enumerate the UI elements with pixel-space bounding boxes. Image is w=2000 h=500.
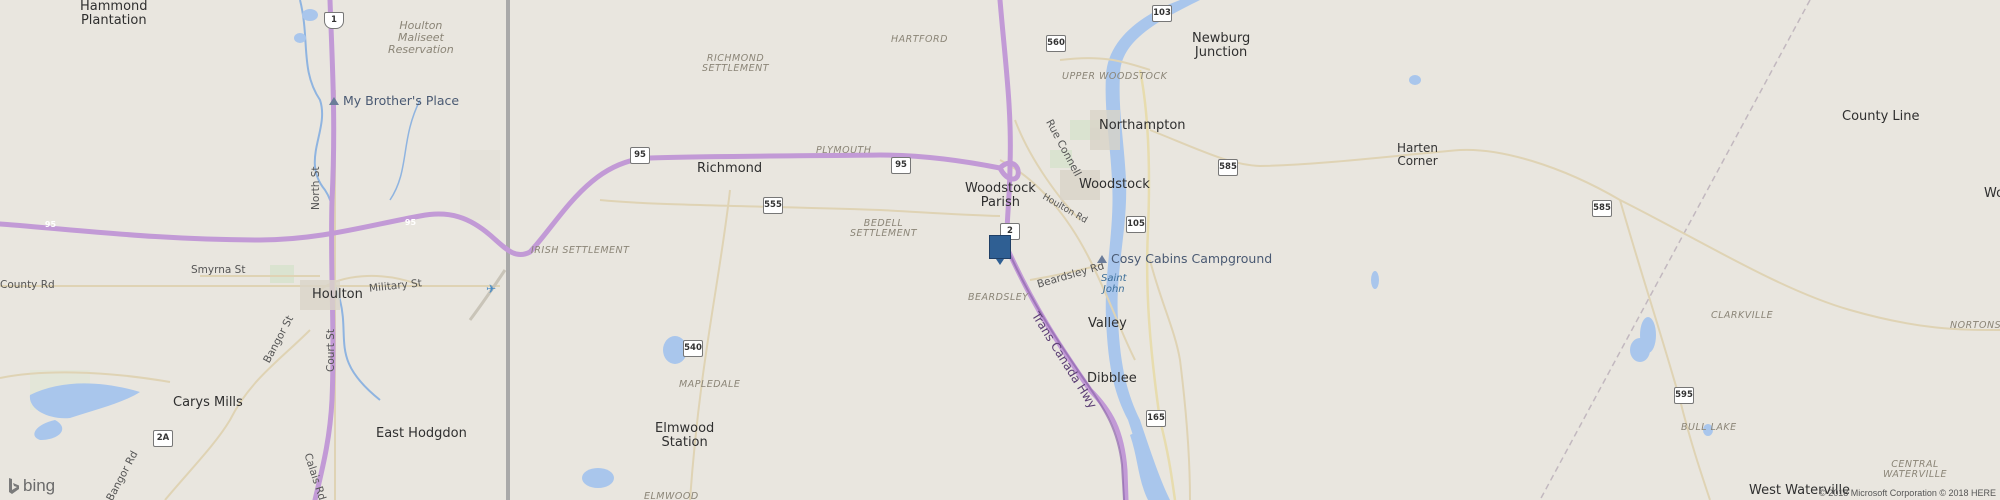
place-harten-corner: Harten Corner (1397, 141, 1439, 169)
map-canvas[interactable]: Hammond Plantation Houlton Maliseet Rese… (0, 0, 2000, 500)
shield-route-105: 105 (1126, 216, 1146, 233)
poi-my-brothers-place[interactable]: My Brother's Place (329, 94, 459, 108)
road-smyrna-st: Smyrna St (191, 264, 246, 276)
place-houlton: Houlton (312, 287, 363, 302)
place-valley: Valley (1088, 316, 1127, 331)
area-clarkville: CLARKVILLE (1711, 310, 1774, 321)
place-wo-partial: Wo (1984, 186, 2000, 201)
poi-marker-icon (329, 97, 339, 105)
place-northampton: Northampton (1099, 118, 1186, 133)
shield-us-1: 1 (324, 12, 344, 29)
place-houlton-reservation: Houlton Maliseet Reservation (388, 19, 454, 57)
shield-route-585-b: 585 (1592, 200, 1612, 217)
place-east-hodgdon: East Hodgdon (376, 426, 467, 441)
bing-logo[interactable]: bing (8, 476, 55, 496)
area-bedell-settlement: BEDELL SETTLEMENT (850, 218, 918, 240)
area-plymouth: PLYMOUTH (816, 145, 872, 156)
shield-i95-mid: 95 (402, 214, 419, 230)
shield-route-103: 103 (1152, 5, 1172, 22)
area-mapledale: MAPLEDALE (679, 379, 741, 390)
poi-marker-icon (1097, 255, 1107, 263)
shield-i95-left: 95 (42, 216, 59, 232)
area-hartford: HARTFORD (891, 34, 948, 45)
area-central-waterville: CENTRAL WATERVILLE (1883, 459, 1948, 481)
airport-icon: ✈ (486, 282, 497, 296)
place-woodstock: Woodstock (1079, 177, 1150, 192)
copyright-notice: © 2018 Microsoft Corporation © 2018 HERE (1819, 488, 1996, 498)
shield-route-555: 555 (763, 197, 783, 214)
area-upper-woodstock: UPPER WOODSTOCK (1062, 71, 1168, 82)
place-elmwood-station: Elmwood Station (655, 421, 715, 451)
place-richmond: Richmond (697, 161, 763, 176)
area-bull-lake: BULL LAKE (1681, 422, 1737, 433)
area-irish-settlement: IRISH SETTLEMENT (531, 245, 630, 256)
area-richmond-settlement: RICHMOND SETTLEMENT (702, 53, 770, 75)
place-newburg-junction: Newburg Junction (1192, 31, 1251, 61)
shield-route-540: 540 (683, 340, 703, 357)
shield-route-560: 560 (1046, 35, 1066, 52)
shield-route-95-a: 95 (630, 147, 650, 164)
road-court-st: Court St (325, 329, 337, 372)
road-north-st: North St (310, 166, 322, 211)
shield-route-595: 595 (1674, 387, 1694, 404)
water-saint-john: Saint John (1101, 273, 1127, 295)
road-county-rd: County Rd (0, 279, 55, 291)
place-carys-mills: Carys Mills (173, 395, 243, 410)
place-woodstock-parish: Woodstock Parish (965, 181, 1036, 211)
place-dibblee: Dibblee (1087, 371, 1137, 386)
shield-route-2a: 2A (153, 430, 173, 447)
area-beardsley: BEARDSLEY (968, 292, 1029, 303)
area-nortons: NORTONS (1950, 320, 2000, 331)
poi-cosy-cabins[interactable]: Cosy Cabins Campground (1097, 252, 1272, 266)
shield-route-95-b: 95 (891, 157, 911, 174)
bing-logo-icon (9, 477, 19, 494)
place-hammond-plantation: Hammond Plantation (80, 0, 148, 29)
area-elmwood: ELMWOOD (644, 491, 699, 500)
shield-route-585-a: 585 (1218, 159, 1238, 176)
place-county-line: County Line (1842, 109, 1920, 124)
bing-logo-text: bing (23, 476, 56, 495)
shield-route-165: 165 (1146, 410, 1166, 427)
location-pin-marker[interactable] (989, 235, 1011, 265)
